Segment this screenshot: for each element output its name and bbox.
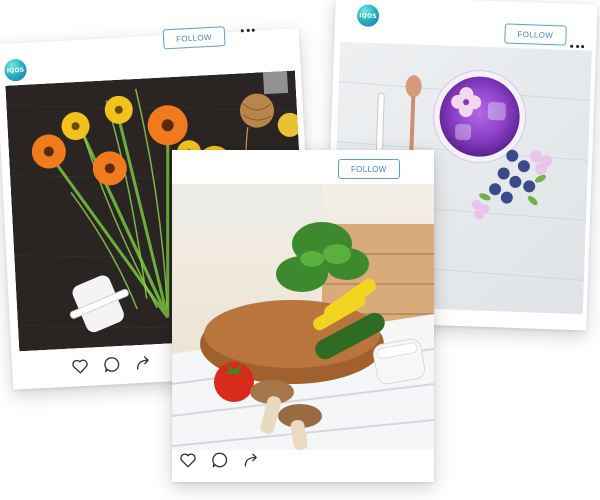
heart-icon[interactable]: [70, 356, 91, 377]
follow-button[interactable]: FOLLOW: [338, 159, 400, 179]
post-actions: [178, 450, 262, 470]
share-icon[interactable]: [134, 352, 155, 373]
post-card-vegetables: FOLLOW: [172, 150, 434, 482]
more-options-icon[interactable]: [240, 27, 255, 34]
account-avatar[interactable]: IQOS: [356, 4, 380, 28]
follow-button[interactable]: FOLLOW: [504, 23, 567, 46]
post-photo-vegetables[interactable]: [172, 184, 434, 450]
more-options-icon[interactable]: [570, 43, 585, 49]
post-actions: [70, 352, 155, 376]
comment-icon[interactable]: [210, 450, 230, 470]
comment-icon[interactable]: [102, 354, 123, 375]
vegetables-photo-image: [172, 184, 434, 450]
follow-button[interactable]: FOLLOW: [162, 26, 226, 50]
heart-icon[interactable]: [178, 450, 198, 470]
share-icon[interactable]: [242, 450, 262, 470]
account-avatar[interactable]: IQOS: [3, 58, 28, 82]
instagram-collage: IQOS FOLLOW IQOS FOLLOW FOLLOW: [0, 0, 600, 500]
